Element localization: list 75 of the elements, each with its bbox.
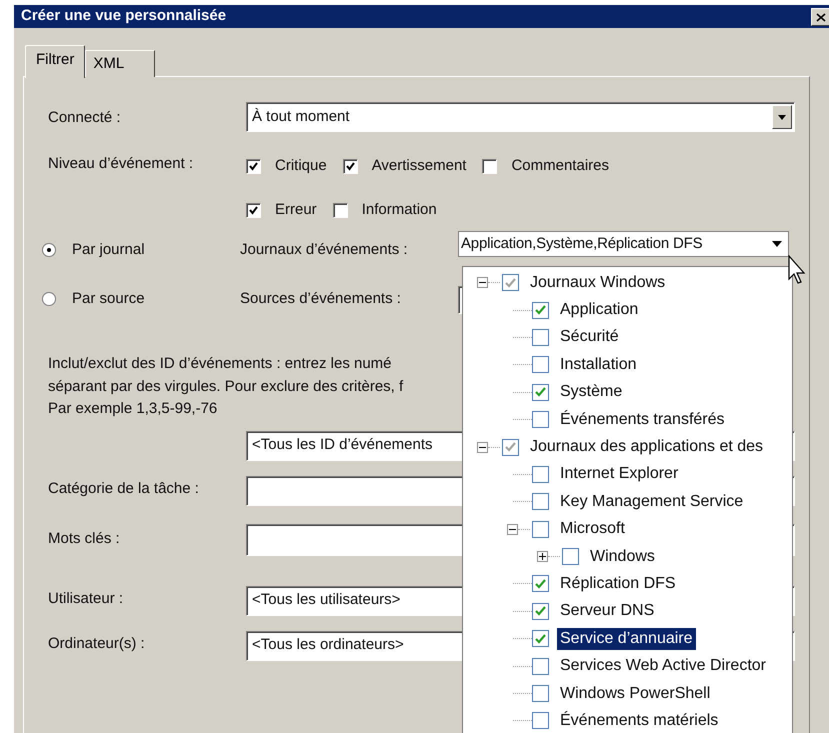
checkbox[interactable] bbox=[532, 356, 549, 374]
checkbox[interactable] bbox=[532, 411, 549, 428]
tree-item[interactable]: Installation bbox=[557, 354, 640, 376]
checkbox[interactable] bbox=[532, 302, 549, 319]
tab[interactable]: XML bbox=[85, 50, 156, 77]
field-label: Mots clés : bbox=[48, 528, 121, 548]
tree-item[interactable]: Key Management Service bbox=[557, 490, 746, 513]
checkbox[interactable] bbox=[532, 630, 549, 648]
tree-item[interactable]: Événements transférés bbox=[557, 408, 728, 431]
field-value: Application,Système,Réplication DFS bbox=[461, 234, 702, 254]
tree-item[interactable]: Sécurité bbox=[557, 326, 622, 348]
expander-icon[interactable] bbox=[477, 277, 488, 288]
radio-label[interactable]: Par source bbox=[72, 288, 145, 310]
tree-item[interactable]: Windows bbox=[587, 546, 658, 568]
dropdown-field[interactable]: Application,Système,Réplication DFS bbox=[458, 231, 789, 257]
expander-icon[interactable] bbox=[537, 551, 548, 562]
field-value: <Tous les ordinateurs> bbox=[252, 635, 404, 656]
checkbox[interactable] bbox=[532, 685, 549, 702]
dropdown-field[interactable]: À tout moment bbox=[246, 102, 795, 132]
checkbox[interactable] bbox=[502, 438, 519, 456]
tree-item[interactable]: Windows PowerShell bbox=[557, 682, 714, 705]
checkbox[interactable] bbox=[246, 158, 261, 174]
checkbox-label[interactable]: Erreur bbox=[275, 199, 317, 222]
field-value: À tout moment bbox=[252, 106, 350, 127]
tab[interactable]: Filtrer bbox=[25, 45, 86, 78]
field-label: Journaux d’événements : bbox=[240, 240, 409, 260]
tree-item[interactable]: Application bbox=[557, 299, 642, 322]
checkbox[interactable] bbox=[532, 328, 549, 346]
tree-item[interactable]: Événements matériels bbox=[557, 710, 722, 732]
radio-label[interactable]: Par journal bbox=[72, 239, 145, 262]
window-title: Créer une vue personnalisée bbox=[21, 6, 226, 26]
checkbox-label[interactable]: Avertissement bbox=[372, 155, 466, 178]
expander-icon[interactable] bbox=[507, 524, 518, 535]
checkbox[interactable] bbox=[246, 202, 261, 218]
expander-icon[interactable] bbox=[477, 442, 488, 453]
tree-item[interactable]: Réplication DFS bbox=[557, 572, 679, 595]
radio-button[interactable] bbox=[42, 243, 56, 257]
help-text: Par exemple 1,3,5-99,-76 bbox=[48, 399, 218, 419]
field-label: Sources d’événements : bbox=[240, 289, 402, 309]
checkbox[interactable] bbox=[342, 158, 358, 174]
field-label: Connecté : bbox=[48, 108, 122, 128]
checkbox[interactable] bbox=[532, 575, 549, 592]
close-button[interactable] bbox=[811, 8, 829, 26]
checkbox[interactable] bbox=[532, 520, 549, 538]
checkbox[interactable] bbox=[482, 158, 498, 174]
checkbox[interactable] bbox=[332, 202, 348, 218]
radio-button[interactable] bbox=[42, 292, 56, 306]
checkbox[interactable] bbox=[562, 548, 579, 566]
field-label: Catégorie de la tâche : bbox=[48, 478, 200, 498]
tree-item[interactable]: Journaux Windows bbox=[527, 272, 668, 294]
tree-item[interactable]: Système bbox=[557, 381, 626, 404]
tree-item[interactable]: Journaux des applications et des bbox=[527, 436, 766, 458]
tree-item[interactable]: Service d’annuaire bbox=[557, 628, 696, 650]
field-label: Ordinateur(s) : bbox=[48, 634, 146, 654]
help-text: Inclut/exclut des ID d’événements : entrez les numé bbox=[48, 354, 392, 374]
tree-item[interactable]: Services Web Active Director bbox=[557, 655, 769, 678]
field-value: <Tous les ID d’événements bbox=[252, 435, 433, 456]
field-label: Utilisateur : bbox=[48, 588, 124, 608]
tree-item[interactable]: Serveur DNS bbox=[557, 600, 658, 622]
checkbox[interactable] bbox=[532, 493, 549, 510]
checkbox-label[interactable]: Critique bbox=[275, 155, 327, 178]
checkbox[interactable] bbox=[532, 658, 549, 675]
field-value: <Tous les utilisateurs> bbox=[252, 590, 400, 610]
checkbox[interactable] bbox=[502, 274, 519, 292]
close-icon bbox=[816, 12, 826, 22]
checkbox[interactable] bbox=[532, 384, 549, 401]
checkbox-label[interactable]: Information bbox=[362, 199, 437, 222]
tree-item[interactable]: Microsoft bbox=[557, 518, 628, 540]
help-text: séparant par des virgules. Pour exclure des critères, f bbox=[48, 376, 404, 396]
checkbox[interactable] bbox=[532, 602, 549, 620]
checkbox-label[interactable]: Commentaires bbox=[511, 155, 609, 178]
field-label: Niveau d’événement : bbox=[48, 154, 194, 174]
checkbox[interactable] bbox=[532, 466, 549, 483]
checkbox[interactable] bbox=[532, 712, 549, 730]
tree-item[interactable]: Internet Explorer bbox=[557, 463, 682, 486]
